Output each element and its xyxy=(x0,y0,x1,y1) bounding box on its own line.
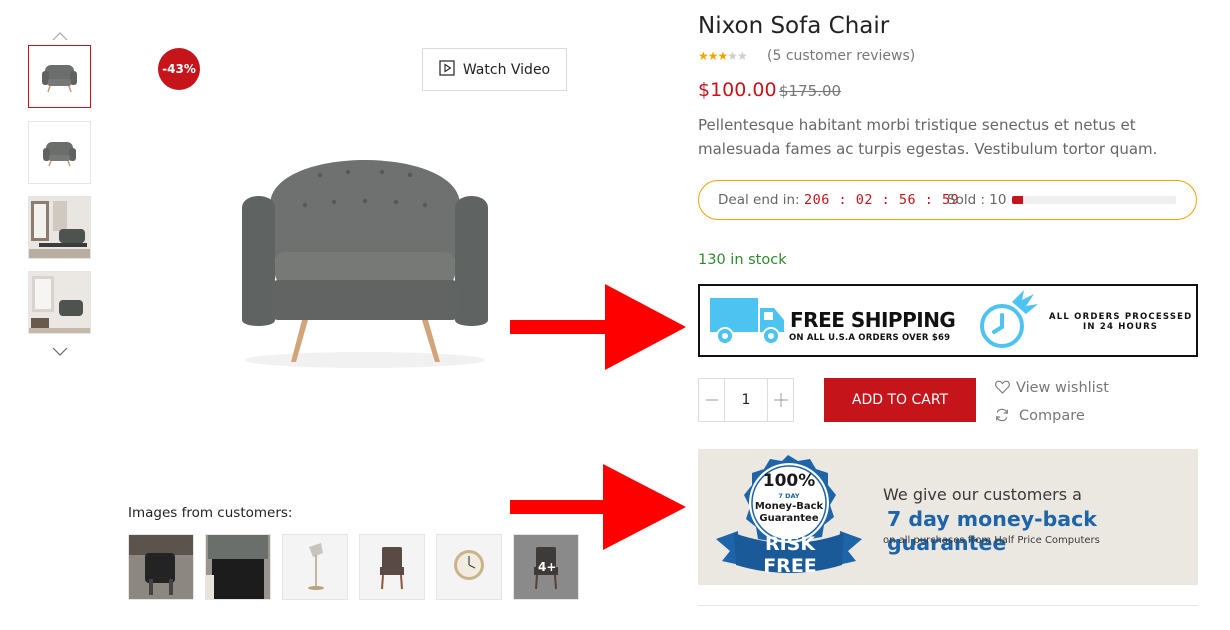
thumbnails-down-arrow[interactable] xyxy=(52,342,68,356)
divider xyxy=(698,605,1198,606)
quantity-value[interactable]: 1 xyxy=(725,379,767,421)
guarantee-line1: We give our customers a xyxy=(883,485,1082,504)
decrease-quantity-button[interactable] xyxy=(699,379,725,421)
customer-image-more[interactable]: 4+ xyxy=(513,534,579,600)
customer-reviews-link[interactable]: (5 customer reviews) xyxy=(767,48,915,64)
view-wishlist-link[interactable]: View wishlist xyxy=(995,380,1109,398)
current-price: $100.00 xyxy=(698,79,777,101)
guarantee-line3: on all purchases from Half Price Compute… xyxy=(883,535,1100,546)
free-shipping-headline: FREE SHIPPING xyxy=(790,308,956,332)
seal-days: 7 DAY xyxy=(778,492,800,500)
free-shipping-subline: ON ALL U.S.A ORDERS OVER $69 xyxy=(789,333,951,343)
risk-free-ribbon: RISK FREE xyxy=(763,533,817,577)
customer-image-1[interactable] xyxy=(128,534,194,600)
customer-images-label: Images from customers: xyxy=(128,505,293,521)
star-icon-empty: ★★ xyxy=(727,49,747,63)
star-icon-filled: ★★★ xyxy=(698,49,728,63)
compare-link[interactable]: Compare xyxy=(995,408,1085,426)
sold-count: Sold : 10 xyxy=(947,192,1007,208)
customer-image-5[interactable] xyxy=(436,534,502,600)
product-title: Nixon Sofa Chair xyxy=(698,13,890,39)
orders-processed-line1: ALL ORDERS PROCESSED xyxy=(1049,312,1193,322)
rating-stars: ★★★★★ xyxy=(698,49,748,63)
add-to-cart-button[interactable]: ADD TO CART xyxy=(824,378,976,422)
deal-timer: 206 : 02 : 56 : 59 xyxy=(804,192,960,208)
red-arrow-icon xyxy=(508,282,688,376)
sold-progress-fill xyxy=(1012,196,1024,204)
clock-icon xyxy=(976,288,1042,358)
money-back-guarantee-banner: 100% 7 DAY Money-Back Guarantee RISK FRE… xyxy=(698,449,1198,585)
product-description: Pellentesque habitant morbi tristique se… xyxy=(698,116,1158,158)
thumbnail-1[interactable] xyxy=(28,45,91,108)
thumbnails-up-arrow[interactable] xyxy=(52,26,68,41)
seal-line2: Guarantee xyxy=(759,513,819,524)
free-shipping-banner: FREE SHIPPING ON ALL U.S.A ORDERS OVER $… xyxy=(698,284,1198,357)
play-icon xyxy=(439,59,455,80)
thumbnail-2[interactable] xyxy=(28,121,91,184)
customer-image-2[interactable] xyxy=(205,534,271,600)
view-wishlist-label: View wishlist xyxy=(1016,380,1109,396)
compare-label: Compare xyxy=(1019,408,1085,424)
seal-line1: Money-Back xyxy=(754,501,824,512)
deal-countdown-box: Deal end in: 206 : 02 : 56 : 59 Sold : 1… xyxy=(698,180,1197,220)
customer-image-3[interactable] xyxy=(282,534,348,600)
increase-quantity-button[interactable] xyxy=(767,379,793,421)
customer-image-4[interactable] xyxy=(359,534,425,600)
seal-percent: 100% xyxy=(762,471,816,491)
thumbnail-4[interactable] xyxy=(28,271,91,334)
heart-icon xyxy=(995,380,1010,398)
refresh-icon xyxy=(995,408,1009,426)
orders-processed-line2: IN 24 HOURS xyxy=(1083,322,1159,332)
quantity-stepper: 1 xyxy=(698,378,794,422)
product-main-image[interactable] xyxy=(230,130,500,379)
discount-badge: -43% xyxy=(158,48,200,90)
watch-video-label: Watch Video xyxy=(462,61,551,78)
deal-label: Deal end in: xyxy=(718,192,800,208)
sold-progress-bar xyxy=(1012,196,1176,204)
more-images-count: 4+ xyxy=(538,560,557,574)
watch-video-button[interactable]: Watch Video xyxy=(422,48,567,91)
truck-icon xyxy=(708,294,788,354)
stock-status: 130 in stock xyxy=(698,252,787,268)
old-price: $175.00 xyxy=(779,82,842,100)
thumbnail-3[interactable] xyxy=(28,196,91,259)
guarantee-line2: 7 day money-back guarantee xyxy=(887,507,1097,555)
